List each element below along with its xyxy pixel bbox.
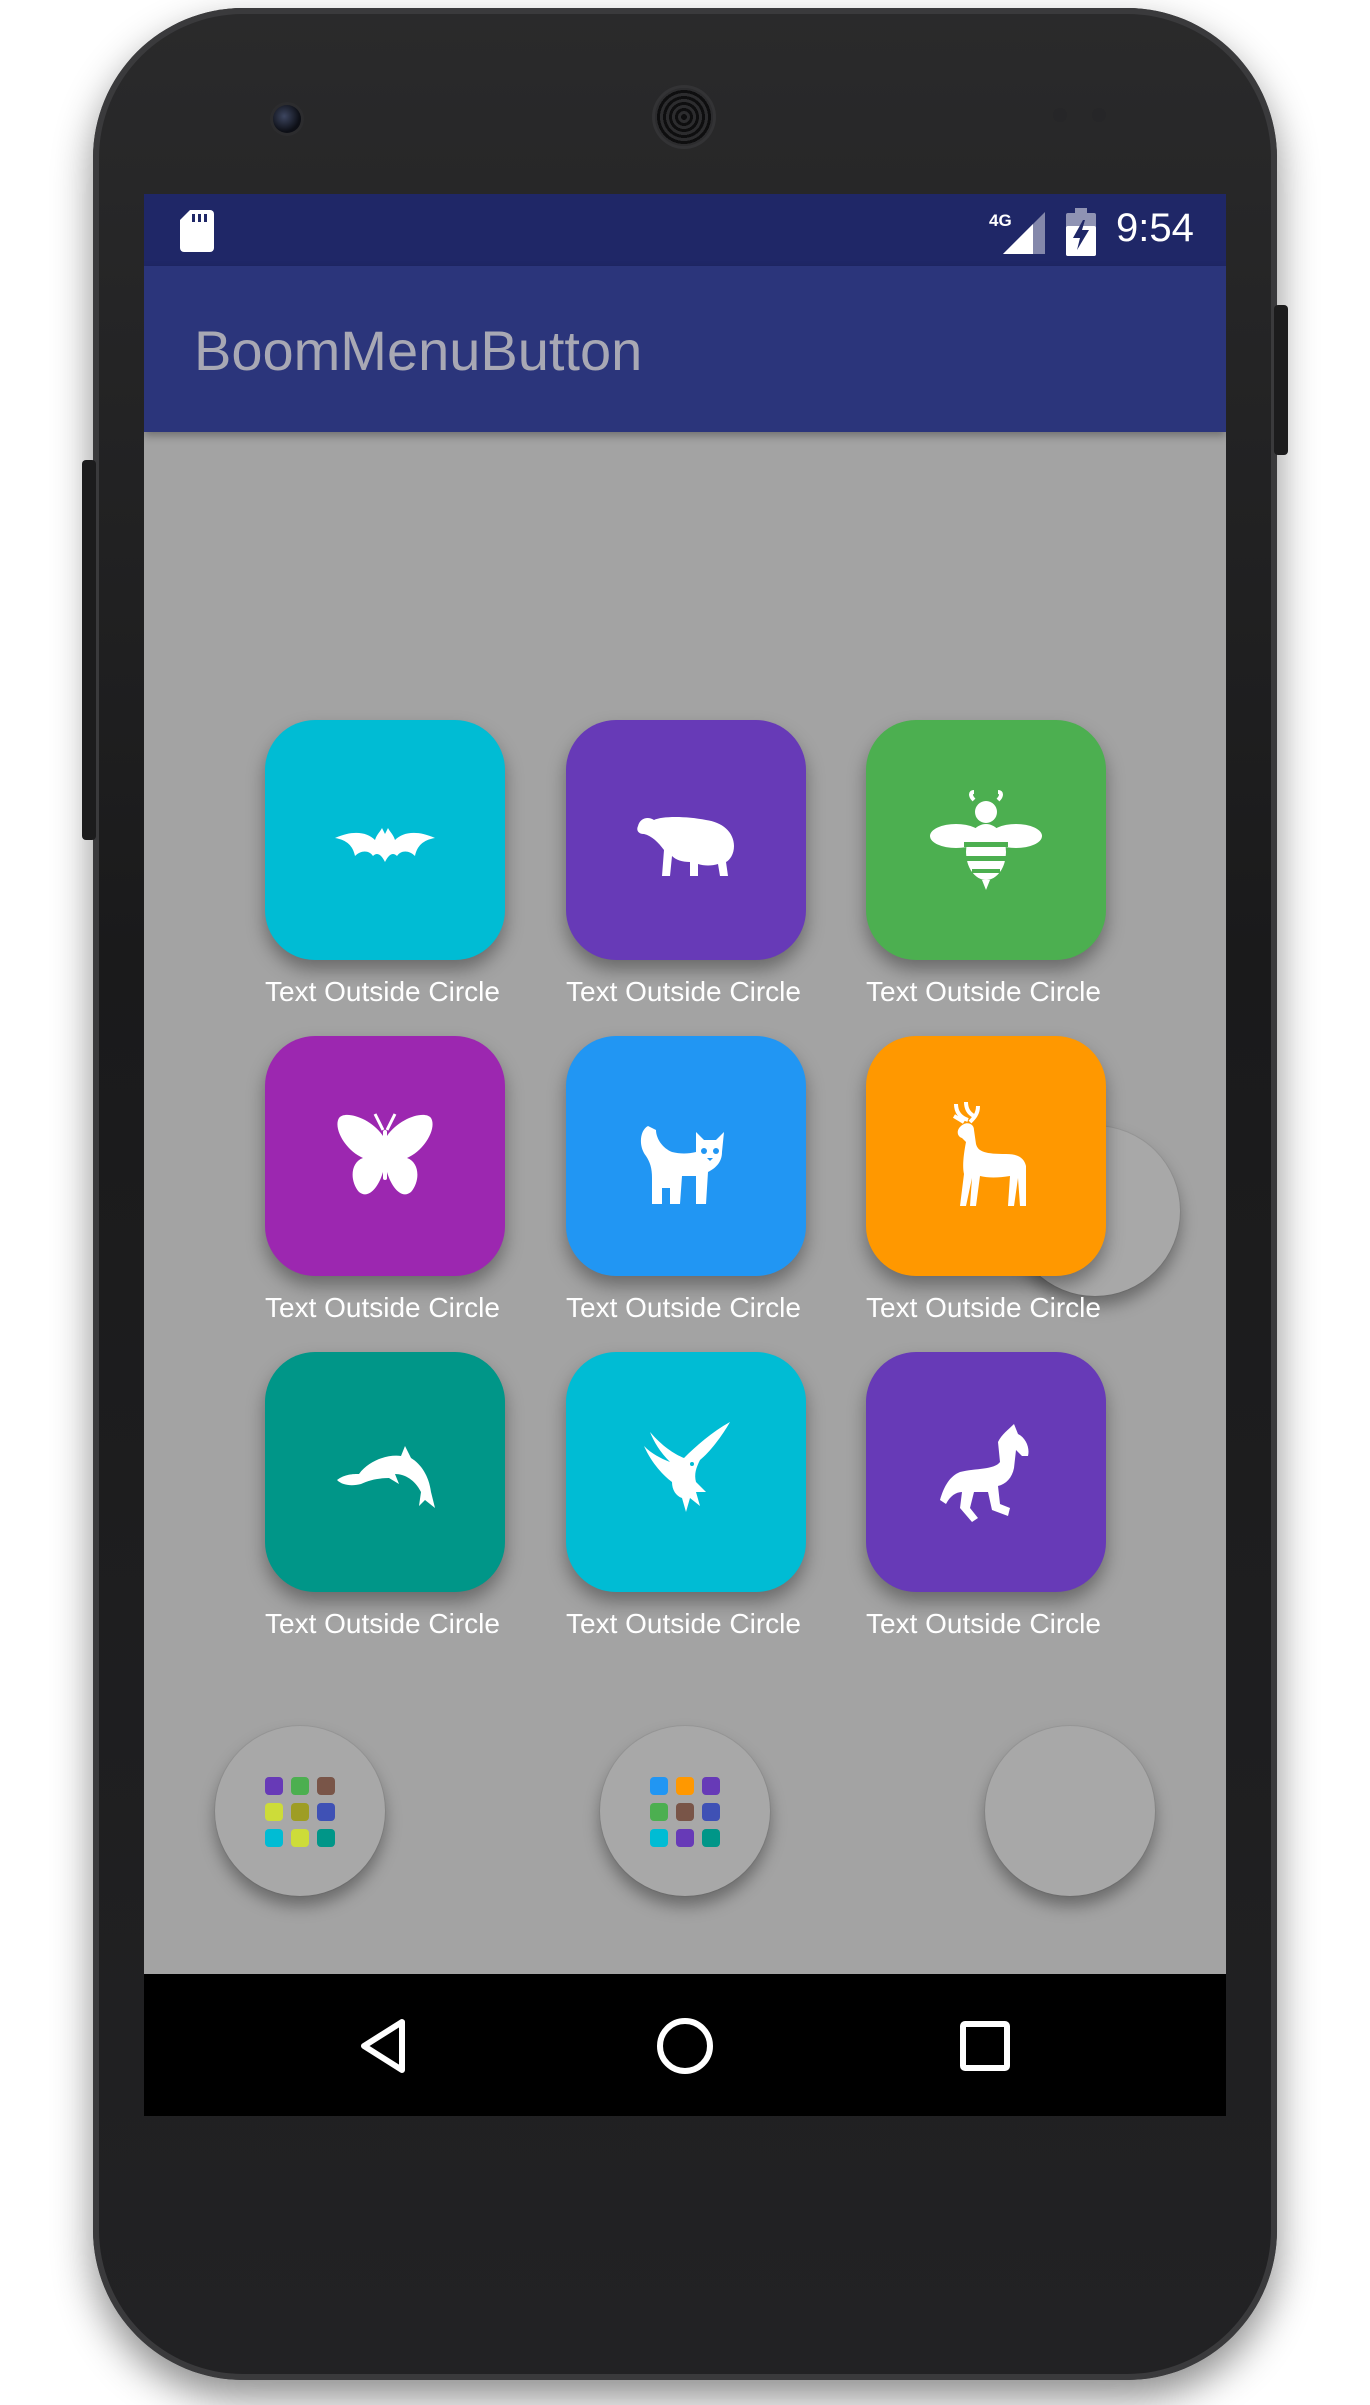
network-type: 4G xyxy=(989,211,1012,230)
back-icon[interactable] xyxy=(354,2016,414,2076)
navigation-bar xyxy=(144,1974,1226,2116)
tile-label: Text Outside Circle xyxy=(566,1608,801,1639)
app-title: BoomMenuButton xyxy=(194,319,643,382)
menu-tile-cat[interactable] xyxy=(566,1036,806,1276)
front-camera-icon xyxy=(273,105,301,133)
grid-dot xyxy=(291,1777,309,1795)
grid-dot xyxy=(650,1803,668,1821)
tile-label: Text Outside Circle xyxy=(866,1608,1101,1639)
grid-dot xyxy=(317,1829,335,1847)
status-bar: 4G 9:54 xyxy=(144,194,1226,266)
boom-button-center[interactable] xyxy=(600,1726,770,1896)
grid-dot xyxy=(676,1829,694,1847)
grid-dot xyxy=(265,1829,283,1847)
menu-tile-butterfly[interactable] xyxy=(265,1036,505,1276)
tile-label: Text Outside Circle xyxy=(566,1292,801,1323)
menu-tile-bee[interactable] xyxy=(866,720,1106,960)
grid-dot xyxy=(702,1803,720,1821)
menu-tile-deer[interactable] xyxy=(866,1036,1106,1276)
menu-tile-bat[interactable] xyxy=(265,720,505,960)
battery-charging-icon xyxy=(1066,208,1096,256)
butterfly-icon xyxy=(337,1113,433,1195)
cat-icon xyxy=(640,1126,724,1204)
tile-label: Text Outside Circle xyxy=(265,1292,500,1323)
tile-label: Text Outside Circle xyxy=(566,976,801,1007)
sd-card-icon xyxy=(180,210,214,252)
grid-dot xyxy=(265,1803,283,1821)
boom-button-left[interactable] xyxy=(215,1726,385,1896)
grid-dot xyxy=(291,1829,309,1847)
tile-label: Text Outside Circle xyxy=(265,976,500,1007)
grid-dot xyxy=(676,1777,694,1795)
boom-button-right[interactable] xyxy=(985,1726,1155,1896)
grid-dots-icon xyxy=(650,1777,722,1849)
tile-label: Text Outside Circle xyxy=(866,1292,1101,1323)
volume-rocker xyxy=(82,460,96,840)
status-clock: 9:54 xyxy=(1116,206,1194,250)
eagle-icon xyxy=(644,1422,730,1512)
earpiece-speaker-icon xyxy=(655,88,713,146)
grid-dots-icon xyxy=(265,1777,337,1849)
grid-dot xyxy=(317,1803,335,1821)
light-sensor-icon xyxy=(1092,108,1106,122)
horse-icon xyxy=(940,1424,1029,1522)
home-icon[interactable] xyxy=(655,2016,715,2076)
tile-label: Text Outside Circle xyxy=(866,976,1101,1007)
grid-dot xyxy=(676,1803,694,1821)
menu-tile-dolphin[interactable] xyxy=(265,1352,505,1592)
grid-dot xyxy=(650,1829,668,1847)
proximity-sensor-icon xyxy=(1053,108,1067,122)
signal-icon: 4G xyxy=(989,211,1045,254)
power-button xyxy=(1274,305,1288,455)
screen: 4G 9:54 BoomMenuButton Text Outside Circ… xyxy=(144,194,1226,2116)
menu-tile-eagle[interactable] xyxy=(566,1352,806,1592)
dolphin-icon xyxy=(337,1446,435,1508)
menu-tile-polar-bear[interactable] xyxy=(566,720,806,960)
grid-dot xyxy=(650,1777,668,1795)
grid-dot xyxy=(702,1777,720,1795)
grid-dot xyxy=(291,1803,309,1821)
deer-icon xyxy=(952,1101,1026,1206)
recents-icon[interactable] xyxy=(955,2016,1015,2076)
menu-tile-horse[interactable] xyxy=(866,1352,1106,1592)
tile-label: Text Outside Circle xyxy=(265,1608,500,1639)
polar-bear-icon xyxy=(637,817,734,876)
grid-dot xyxy=(265,1777,283,1795)
bat-icon xyxy=(335,828,435,862)
app-bar: BoomMenuButton xyxy=(144,266,1226,432)
grid-dot xyxy=(702,1829,720,1847)
grid-dot xyxy=(317,1777,335,1795)
bee-icon xyxy=(930,790,1042,890)
